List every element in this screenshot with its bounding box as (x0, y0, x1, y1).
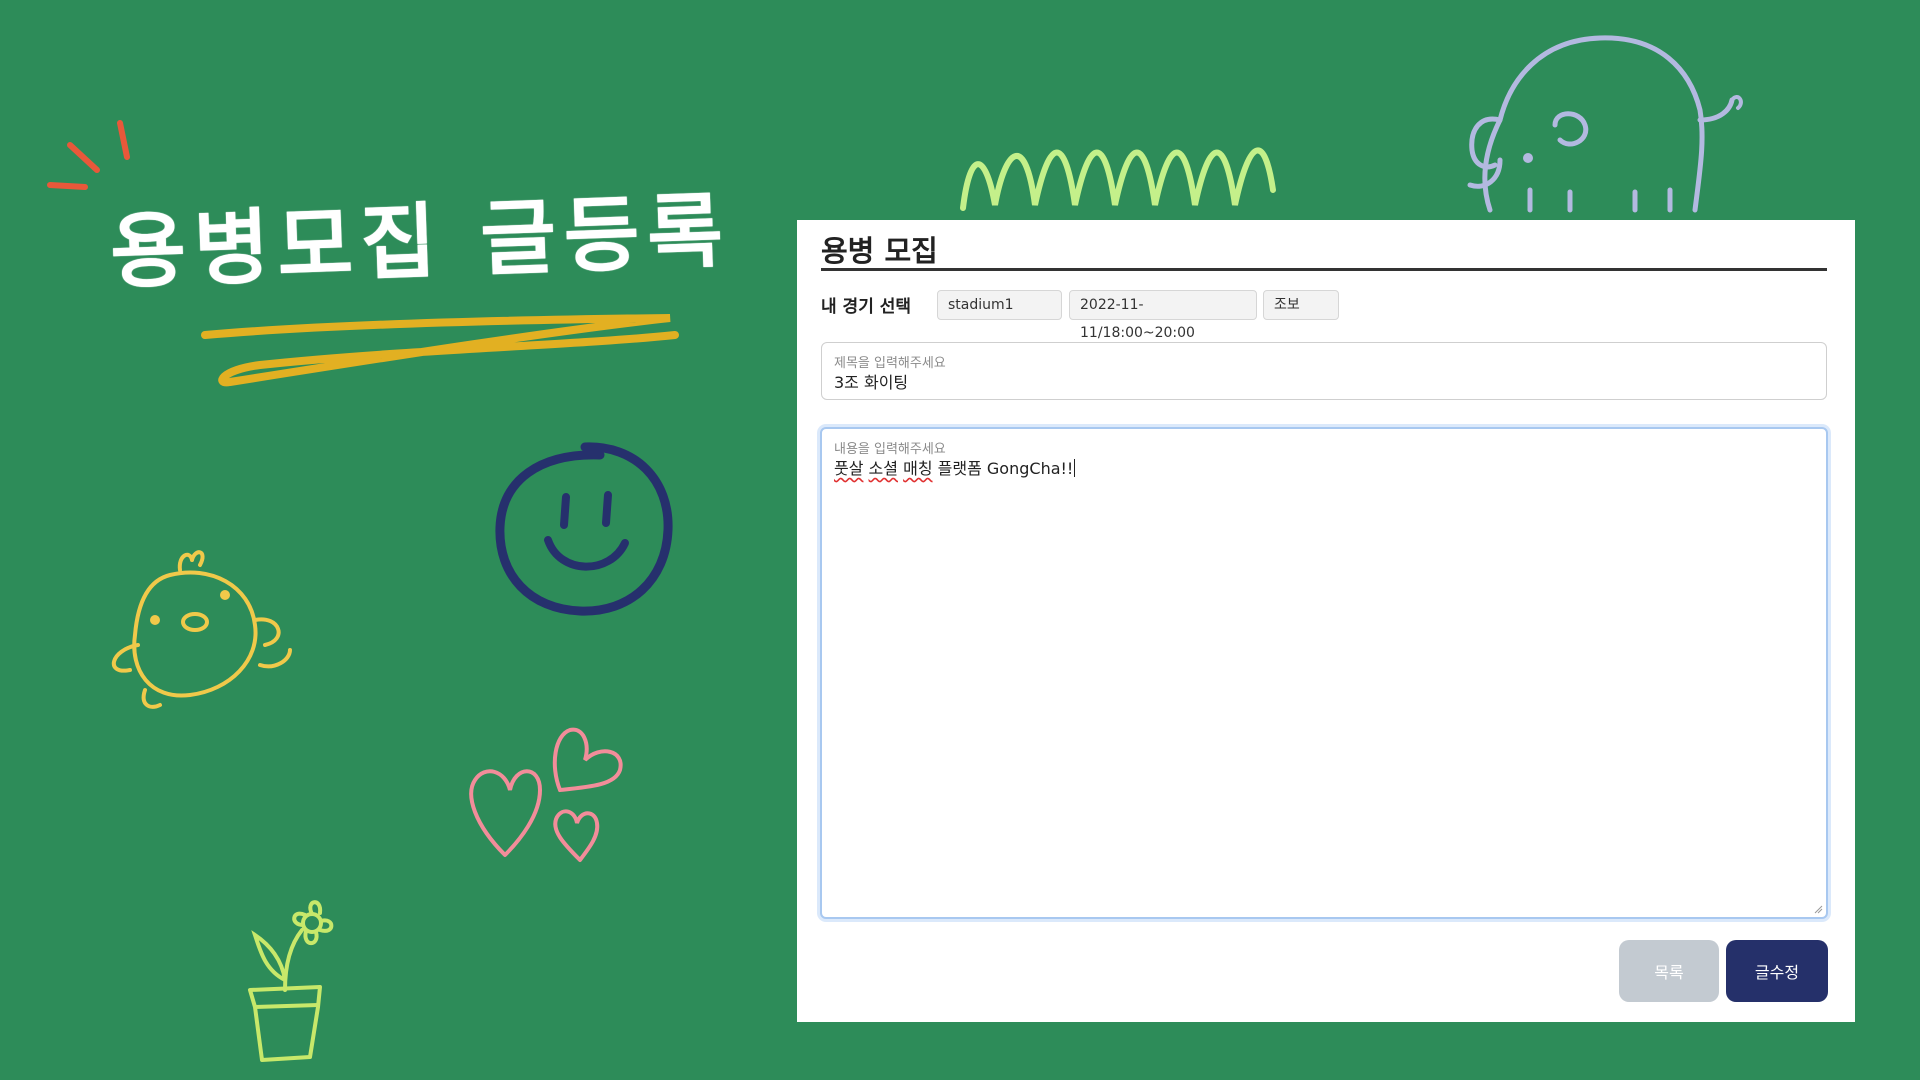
content-value: 풋살 소셜 매칭 플랫폼 GongCha!! (834, 455, 1076, 479)
game-select-label: 내 경기 선택 (821, 297, 912, 317)
page-title: 용병 모집 (821, 234, 938, 268)
title-divider (821, 268, 1827, 271)
content-word: 풋살 (834, 459, 864, 478)
underline-scribble (201, 314, 679, 387)
hero-title: 용병모집 글등록 (108, 184, 733, 301)
chick-doodle (111, 550, 292, 709)
smiley-doodle (495, 442, 673, 616)
content-word: 소셜 (868, 459, 898, 478)
hearts-doodle (469, 727, 623, 862)
content-word: 플랫폼 (937, 459, 982, 478)
content-word: GongCha!! (986, 459, 1074, 478)
content-word: 매칭 (903, 459, 933, 478)
list-button[interactable]: 목록 (1619, 940, 1719, 1002)
title-field[interactable]: 제목을 입력해주세요 3조 화이팅 (821, 342, 1827, 400)
resize-handle-icon[interactable] (1813, 904, 1823, 914)
post-form-panel: 용병 모집 내 경기 선택 stadium1 2022-11-11/18:00~… (797, 220, 1855, 1022)
elephant-doodle (1467, 35, 1743, 213)
edit-post-button[interactable]: 글수정 (1726, 940, 1828, 1002)
title-value: 3조 화이팅 (834, 373, 909, 392)
flowerpot-doodle (248, 900, 334, 1062)
datetime-chip[interactable]: 2022-11-11/18:00~20:00 (1069, 290, 1257, 341)
text-caret (1074, 459, 1076, 477)
content-textarea[interactable]: 내용을 입력해주세요 풋살 소셜 매칭 플랫폼 GongCha!! (820, 427, 1828, 919)
stadium-chip[interactable]: stadium1 (937, 290, 1062, 320)
zigzag-doodle (960, 147, 1276, 211)
level-chip[interactable]: 조보 (1263, 290, 1339, 320)
